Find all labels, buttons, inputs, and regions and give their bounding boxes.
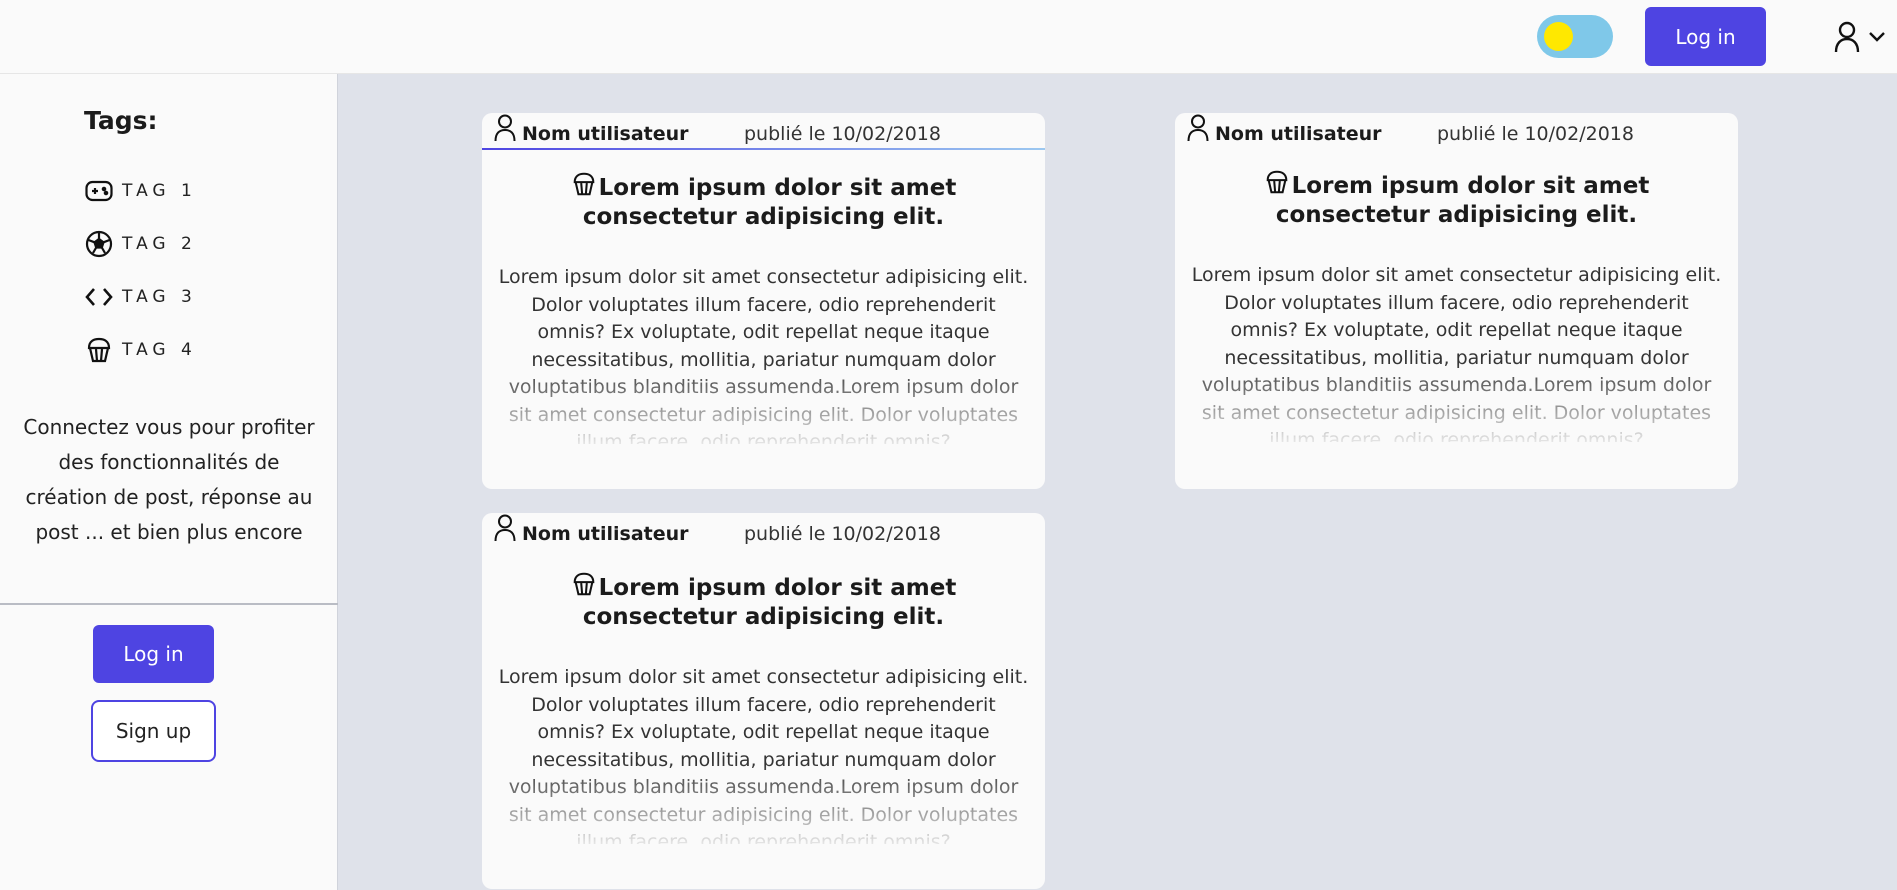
sidebar-tag-1[interactable]: TAG 1 <box>84 176 197 206</box>
post-card[interactable]: Nom utilisateur publié le 10/02/2018 Lor… <box>482 513 1045 889</box>
post-author[interactable]: Nom utilisateur <box>522 523 689 545</box>
user-icon <box>494 114 516 142</box>
user-icon <box>494 514 516 542</box>
sidebar-signup-button[interactable]: Sign up <box>91 700 216 762</box>
sidebar-tag-4[interactable]: TAG 4 <box>84 335 197 365</box>
user-icon <box>1187 114 1209 142</box>
post-body: Lorem ipsum dolor sit amet consectetur a… <box>498 666 1029 844</box>
soccer-ball-icon <box>84 229 114 259</box>
header-login-button[interactable]: Log in <box>1645 7 1766 66</box>
chevron-down-icon <box>1869 32 1885 42</box>
user-icon <box>1834 21 1860 53</box>
sidebar-login-button[interactable]: Log in <box>93 625 214 683</box>
post-header: Nom utilisateur publié le 10/02/2018 <box>494 513 1034 549</box>
gamepad-icon <box>84 176 114 206</box>
cupcake-icon <box>1266 170 1287 194</box>
post-title[interactable]: Lorem ipsum dolor sit amet consectetur a… <box>502 571 1025 632</box>
post-header: Nom utilisateur publié le 10/02/2018 <box>494 113 1034 149</box>
post-date: publié le 10/02/2018 <box>744 523 941 545</box>
top-bar: Log in <box>0 0 1897 74</box>
post-card[interactable]: Nom utilisateur publié le 10/02/2018 Lor… <box>1175 113 1738 489</box>
post-header: Nom utilisateur publié le 10/02/2018 <box>1187 113 1727 149</box>
cupcake-icon <box>84 335 114 365</box>
post-body: Lorem ipsum dolor sit amet consectetur a… <box>1191 264 1722 442</box>
post-date: publié le 10/02/2018 <box>1437 123 1634 145</box>
code-icon <box>84 282 114 312</box>
post-title-text: Lorem ipsum dolor sit amet consectetur a… <box>582 575 957 630</box>
post-author[interactable]: Nom utilisateur <box>1215 123 1382 145</box>
theme-toggle[interactable] <box>1537 15 1613 58</box>
post-title[interactable]: Lorem ipsum dolor sit amet consectetur a… <box>1195 169 1718 230</box>
tags-title: Tags: <box>84 106 158 135</box>
sidebar-tag-label: TAG 4 <box>122 340 197 360</box>
sidebar-tag-label: TAG 1 <box>122 181 197 201</box>
post-header-underline <box>482 148 1045 150</box>
sidebar: Tags: TAG 1 TAG 2 TAG 3 TAG 4 Connectez … <box>0 74 338 890</box>
cupcake-icon <box>573 572 594 596</box>
post-title-text: Lorem ipsum dolor sit amet consectetur a… <box>582 175 957 230</box>
sidebar-tag-3[interactable]: TAG 3 <box>84 282 197 312</box>
post-author[interactable]: Nom utilisateur <box>522 123 689 145</box>
sidebar-tag-2[interactable]: TAG 2 <box>84 229 197 259</box>
connect-prompt: Connectez vous pour profiter des fonctio… <box>23 415 315 544</box>
post-title-text: Lorem ipsum dolor sit amet consectetur a… <box>1275 173 1650 228</box>
post-date: publié le 10/02/2018 <box>744 123 941 145</box>
cupcake-icon <box>573 172 594 196</box>
sidebar-tag-label: TAG 3 <box>122 287 197 307</box>
sidebar-divider <box>0 603 338 605</box>
sun-icon <box>1544 22 1573 51</box>
user-menu[interactable] <box>1834 17 1894 57</box>
post-body: Lorem ipsum dolor sit amet consectetur a… <box>498 266 1029 444</box>
sidebar-tag-label: TAG 2 <box>122 234 197 254</box>
post-title[interactable]: Lorem ipsum dolor sit amet consectetur a… <box>502 171 1025 232</box>
post-card[interactable]: Nom utilisateur publié le 10/02/2018 Lor… <box>482 113 1045 489</box>
